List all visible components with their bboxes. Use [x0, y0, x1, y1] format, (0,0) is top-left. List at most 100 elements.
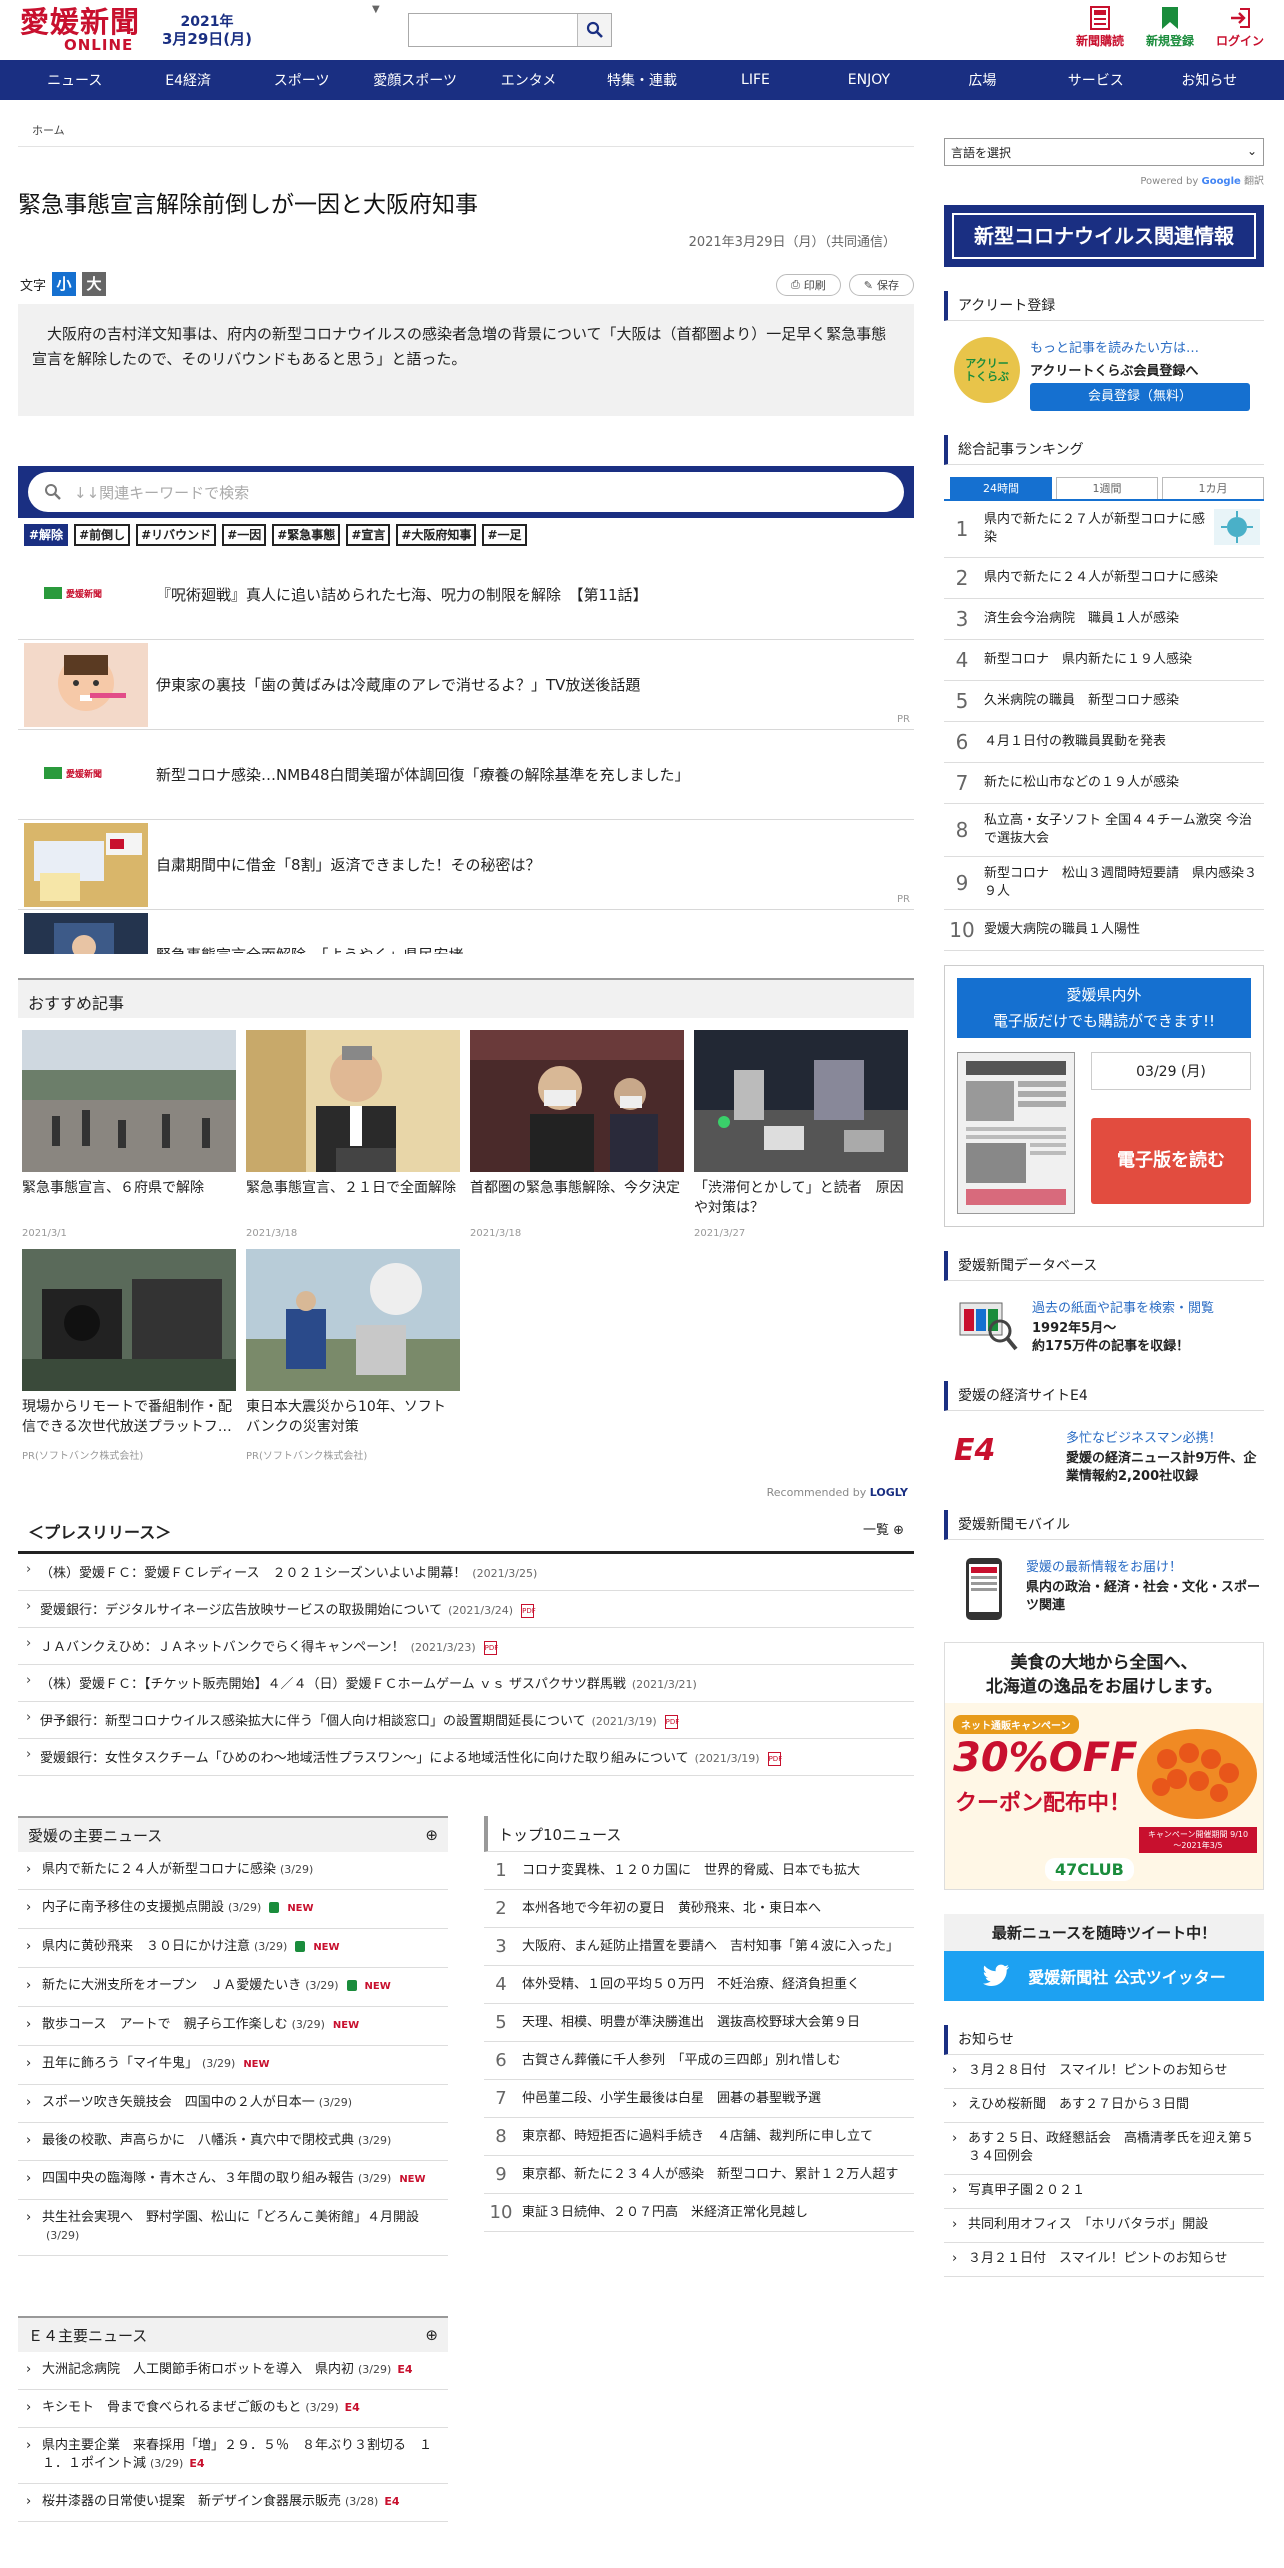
- top10-text[interactable]: 東京都、新たに２３４人が感染 新型コロナ、累計１２万人超す: [522, 2166, 898, 2184]
- subscribe-button[interactable]: 新聞購読: [1072, 4, 1128, 49]
- news-item[interactable]: 丑年に飾ろう「マイ牛鬼」 (3/29) NEW: [18, 2046, 448, 2085]
- top10-text[interactable]: 仲邑菫二段、小学生最後は白星 囲碁の碁聖戦予選: [522, 2090, 821, 2108]
- corona-banner[interactable]: 新型コロナウイルス関連情報: [944, 205, 1264, 267]
- recommend-item[interactable]: 自粛期間中に借金「8割」返済できました！その秘密は？ PR: [18, 820, 914, 910]
- ranking-item[interactable]: 10 愛媛大病院の職員１人陽性: [944, 910, 1264, 951]
- news-item[interactable]: 新たに大洲支所をオープン ＪＡ愛媛たいき (3/29) NEW: [18, 1968, 448, 2007]
- print-button[interactable]: ⎙ 印刷: [775, 274, 841, 296]
- top10-item[interactable]: 9 東京都、新たに２３４人が感染 新型コロナ、累計１２万人超す: [484, 2156, 914, 2194]
- keyword-tag[interactable]: #緊急事態: [272, 524, 341, 546]
- keyword-tag[interactable]: #宣言: [346, 524, 391, 546]
- news-item[interactable]: 最後の校歌、声高らかに 八幡浜・真穴中で閉校式典 (3/29): [18, 2123, 448, 2161]
- news-item[interactable]: 四国中央の臨海隊・青木さん、３年間の取り組み報告 (3/29) NEW: [18, 2161, 448, 2200]
- press-item-text[interactable]: 伊予銀行：新型コロナウイルス感染拡大に伴う「個人向け相談窓口」の設置期間延長につ…: [40, 1714, 586, 1729]
- ranking-text[interactable]: ４月１日付の教職員異動を発表: [984, 733, 1260, 751]
- mobile-box[interactable]: 愛媛の最新情報をお届け！ 県内の政治・経済・社会・文化・スポーツ関連: [944, 1556, 1264, 1622]
- register-button[interactable]: 新規登録: [1142, 4, 1198, 49]
- nav-item[interactable]: スポーツ: [245, 70, 358, 90]
- news-item-text[interactable]: スポーツ吹き矢競技会 四国中の２人が日本一: [42, 2095, 315, 2110]
- ranking-text[interactable]: 県内で新たに２７人が新型コロナに感染: [984, 511, 1214, 547]
- news-item-text[interactable]: 共生社会実現へ 野村学園、松山に「どろんこ美術館」４月開設: [42, 2210, 419, 2225]
- logly-credit[interactable]: Recommended by LOGLY: [18, 1486, 914, 1499]
- ranking-tab[interactable]: 1週間: [1056, 477, 1158, 499]
- search-button[interactable]: [577, 14, 611, 46]
- press-item-text[interactable]: （株）愛媛ＦＣ：【チケット販売開始】４／４（日）愛媛ＦＣホームゲーム ｖｓ ザス…: [40, 1677, 626, 1692]
- top10-item[interactable]: 4 体外受精、１回の平均５０万円 不妊治療、経済負担重く: [484, 1966, 914, 2004]
- ranking-text[interactable]: 新型コロナ 松山３週間時短要請 県内感染３９人: [984, 865, 1260, 901]
- pdf-icon[interactable]: PDF: [521, 1603, 536, 1618]
- top10-item[interactable]: 2 本州各地で今年初の夏日 黄砂飛来、北・東日本へ: [484, 1890, 914, 1928]
- nav-item[interactable]: LIFE: [699, 72, 812, 88]
- top10-text[interactable]: 東証３日続伸、２０７円高 米経済正常化見越し: [522, 2204, 808, 2222]
- info-item[interactable]: あす２５日、政経懇話会 高橋清孝氏を迎え第５３４回例会: [944, 2123, 1264, 2175]
- e4-news-text[interactable]: 県内主要企業 来春採用「増」２９．５％ ８年ぶり３割切る １１．１ポイント減: [42, 2438, 432, 2471]
- e4-news-item[interactable]: 桜井漆器の日常使い提案 新デザイン食器展示販売 (3/28) E4: [18, 2484, 448, 2522]
- ranking-text[interactable]: 愛媛大病院の職員１人陽性: [984, 921, 1260, 939]
- osusume-card[interactable]: 「渋滞何とかして」と読者 原因や対策は？ 2021/3/27: [694, 1030, 908, 1239]
- nav-item[interactable]: エンタメ: [472, 70, 585, 90]
- osusume-title[interactable]: 緊急事態宣言、６府県で解除: [22, 1178, 236, 1224]
- news-item-text[interactable]: 新たに大洲支所をオープン ＪＡ愛媛たいき: [42, 1978, 301, 1993]
- news-item[interactable]: 県内に黄砂飛来 ３０日にかけ注意 (3/29) NEW: [18, 1929, 448, 1968]
- font-small-button[interactable]: 小: [52, 272, 77, 296]
- osusume-card[interactable]: 首都圏の緊急事態解除、今夕決定 2021/3/18: [470, 1030, 684, 1239]
- news-item-text[interactable]: 内子に南予移住の支援拠点開設: [42, 1900, 224, 1915]
- press-more-link[interactable]: 一覧 ⊕: [863, 1519, 904, 1543]
- top10-item[interactable]: 6 古賀さん葬儀に千人参列 「平成の三四郎」別れ惜しむ: [484, 2042, 914, 2080]
- info-item[interactable]: 共同利用オフィス 「ホリバタラボ」開設: [944, 2209, 1264, 2243]
- press-item[interactable]: 愛媛銀行：女性タスクチーム「ひめのわ～地域活性プラスワン～」による地域活性化に向…: [18, 1739, 914, 1776]
- ranking-text[interactable]: 私立高・女子ソフト 全国４４チーム激突 今治で選抜大会: [984, 812, 1260, 848]
- ranking-tab[interactable]: 24時間: [950, 477, 1052, 499]
- info-item[interactable]: 写真甲子園２０２１: [944, 2175, 1264, 2209]
- dropdown-arrow-icon[interactable]: ▼: [372, 4, 380, 15]
- news-item[interactable]: 散歩コース アートで 親子ら工作楽しむ(3/29) NEW: [18, 2007, 448, 2046]
- press-item[interactable]: （株）愛媛ＦＣ：【チケット販売開始】４／４（日）愛媛ＦＣホームゲーム ｖｓ ザス…: [18, 1665, 914, 1702]
- ranking-item[interactable]: 7 新たに松山市などの１９人が感染: [944, 763, 1264, 804]
- top10-text[interactable]: 体外受精、１回の平均５０万円 不妊治療、経済負担重く: [522, 1976, 860, 1994]
- ranking-text[interactable]: 新型コロナ 県内新たに１９人感染: [984, 651, 1260, 669]
- aclub-text-1[interactable]: もっと記事を読みたい方は…: [1030, 337, 1250, 356]
- pdf-icon[interactable]: PDF: [483, 1640, 498, 1655]
- login-button[interactable]: ログイン: [1212, 4, 1268, 49]
- top10-item[interactable]: 3 大阪府、まん延防止措置を要請へ 吉村知事「第４波に入った」: [484, 1928, 914, 1966]
- news-item-text[interactable]: 四国中央の臨海隊・青木さん、３年間の取り組み報告: [42, 2171, 354, 2186]
- pdf-icon[interactable]: PDF: [664, 1714, 679, 1729]
- ranking-item[interactable]: 9 新型コロナ 松山３週間時短要請 県内感染３９人: [944, 857, 1264, 910]
- top10-item[interactable]: 7 仲邑菫二段、小学生最後は白星 囲碁の碁聖戦予選: [484, 2080, 914, 2118]
- e4-news-item[interactable]: 県内主要企業 来春採用「増」２９．５％ ８年ぶり３割切る １１．１ポイント減(3…: [18, 2428, 448, 2484]
- osusume-title[interactable]: 東日本大震災から10年、ソフトバンクの災害対策: [246, 1397, 460, 1443]
- save-button[interactable]: ✎ 保存: [848, 274, 914, 296]
- news-item[interactable]: 内子に南予移住の支援拠点開設 (3/29) NEW: [18, 1890, 448, 1929]
- epaper-thumbnail[interactable]: [957, 1052, 1075, 1214]
- related-search-input[interactable]: ↓↓関連キーワードで検索: [28, 472, 904, 512]
- breadcrumb[interactable]: ホーム: [18, 100, 914, 147]
- top10-text[interactable]: 天理、相模、明豊が準決勝進出 選抜高校野球大会第９日: [522, 2014, 860, 2032]
- recommend-title[interactable]: 自粛期間中に借金「8割」返済できました！その秘密は？: [156, 854, 541, 875]
- top10-text[interactable]: コロナ変異株、１２０カ国に 世界的脅威、日本でも拡大: [522, 1862, 860, 1880]
- press-item-text[interactable]: 愛媛銀行：女性タスクチーム「ひめのわ～地域活性プラスワン～」による地域活性化に向…: [40, 1751, 689, 1766]
- news-item-text[interactable]: 丑年に飾ろう「マイ牛鬼」: [42, 2056, 198, 2071]
- ranking-item[interactable]: 5 久米病院の職員 新型コロナ感染: [944, 681, 1264, 722]
- recommend-title[interactable]: 緊急事態宣言全面解除 「ようやく」県民安堵: [156, 944, 464, 954]
- press-item[interactable]: ＪＡバンクえひめ：ＪＡネットバンクでらく得キャンペーン！ (2021/3/23) P…: [18, 1628, 914, 1665]
- e4-news-text[interactable]: キシモト 骨まで食べられるまぜご飯のもと: [42, 2400, 301, 2415]
- e4-news-text[interactable]: 桜井漆器の日常使い提案 新デザイン食器展示販売: [42, 2494, 341, 2509]
- osusume-card[interactable]: 現場からリモートで番組制作・配信できる次世代放送プラットフ… PR(ソフトバンク株…: [22, 1249, 236, 1462]
- news-item[interactable]: 県内で新たに２４人が新型コロナに感染 (3/29): [18, 1852, 448, 1890]
- news-item-text[interactable]: 最後の校歌、声高らかに 八幡浜・真穴中で閉校式典: [42, 2133, 354, 2148]
- ranking-item[interactable]: 8 私立高・女子ソフト 全国４４チーム激突 今治で選抜大会: [944, 804, 1264, 857]
- ranking-item[interactable]: 3 済生会今治病院 職員１人が感染: [944, 599, 1264, 640]
- database-box[interactable]: 過去の紙面や記事を検索・閲覧 1992年5月～ 約175万件の記事を収録！: [944, 1297, 1264, 1357]
- top10-item[interactable]: 1 コロナ変異株、１２０カ国に 世界的脅威、日本でも拡大: [484, 1852, 914, 1890]
- info-item[interactable]: ３月２８日付 スマイル！ピントのお知らせ: [944, 2055, 1264, 2089]
- osusume-title[interactable]: 首都圏の緊急事態解除、今夕決定: [470, 1178, 684, 1224]
- epaper-read-button[interactable]: 電子版を読む: [1091, 1118, 1251, 1204]
- keyword-tag[interactable]: #大阪府知事: [396, 524, 477, 546]
- keyword-tag[interactable]: #リバウンド: [136, 524, 217, 546]
- osusume-card[interactable]: 東日本大震災から10年、ソフトバンクの災害対策 PR(ソフトバンク株式会社): [246, 1249, 460, 1462]
- ranking-item[interactable]: 2 県内で新たに２４人が新型コロナに感染: [944, 558, 1264, 599]
- keyword-tag[interactable]: #一因: [222, 524, 267, 546]
- recommend-title[interactable]: 『呪術廻戦』真人に追い詰められた七海、呪力の制限を解除 【第11話】: [156, 584, 648, 605]
- keyword-tag[interactable]: #一足: [482, 524, 527, 546]
- font-large-button[interactable]: 大: [82, 272, 107, 296]
